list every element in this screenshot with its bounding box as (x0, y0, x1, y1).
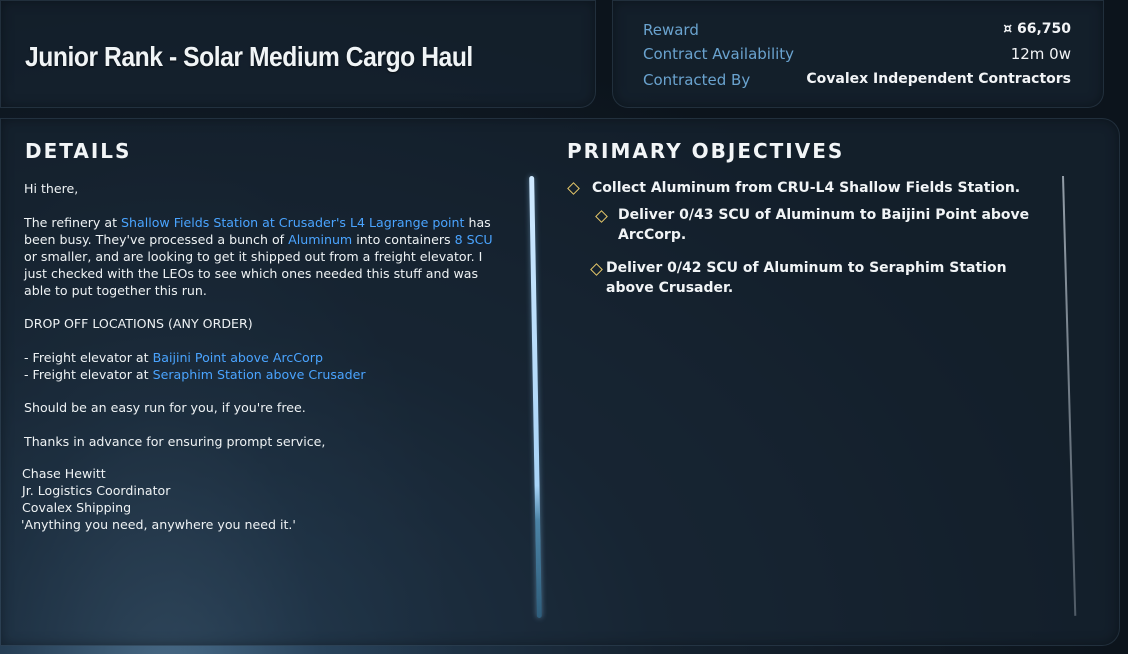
objective-item: Collect Aluminum from CRU-L4 Shallow Fie… (592, 180, 1021, 196)
details-paragraph: The refinery at Shallow Fields Station a… (24, 214, 494, 299)
reward-label: Reward (643, 21, 699, 39)
dropoff-list: - Freight elevator at Baijini Point abov… (24, 349, 494, 383)
dropoff-heading: DROP OFF LOCATIONS (ANY ORDER) (24, 316, 253, 331)
commodity-link-aluminum[interactable]: Aluminum (288, 232, 352, 247)
contracted-by-value: Covalex Independent Contractors (806, 71, 1071, 87)
dropoff-item-prefix: - Freight elevator at (24, 349, 153, 365)
availability-row: Contract Availability 12m 0w (643, 45, 1071, 67)
text-run: The refinery at (24, 214, 122, 230)
container-size-link[interactable]: 8 SCU (455, 232, 493, 247)
reward-row: Reward ¤ 66,750 (643, 21, 1071, 43)
availability-value: 12m 0w (1010, 45, 1071, 63)
text-run: or smaller, and are looking to get it sh… (24, 248, 483, 298)
sig-company: Covalex Shipping (22, 500, 132, 515)
details-heading: DETAILS (25, 139, 132, 163)
location-link-seraphim-station[interactable]: Seraphim Station above Crusader (153, 367, 366, 382)
sig-name: Chase Hewitt (22, 466, 106, 481)
objective-item: Deliver 0/43 SCU of Aluminum to Baijini … (618, 207, 1030, 243)
greeting: Hi there, (24, 181, 79, 196)
location-link-shallow-fields[interactable]: Shallow Fields Station at Crusader's L4 … (121, 215, 464, 230)
dropoff-item-prefix: - Freight elevator at (24, 366, 153, 382)
title-panel: Junior Rank - Solar Medium Cargo Haul (0, 0, 596, 108)
contract-info-panel: Reward ¤ 66,750 Contract Availability 12… (612, 0, 1104, 108)
contracted-by-row: Contracted By Covalex Independent Contra… (643, 71, 1071, 93)
reward-value: ¤ 66,750 (1003, 21, 1071, 37)
contracted-by-label: Contracted By (643, 71, 751, 89)
signature: Chase Hewitt Jr. Logistics Coordinator C… (21, 465, 494, 533)
availability-label: Contract Availability (643, 45, 795, 63)
location-link-baijini-point[interactable]: Baijini Point above ArcCorp (153, 350, 323, 365)
sig-title: Jr. Logistics Coordinator (22, 483, 171, 498)
sig-motto: 'Anything you need, anywhere you need it… (21, 517, 296, 532)
contract-title: Junior Rank - Solar Medium Cargo Haul (25, 41, 473, 72)
easy-run-line: Should be an easy run for you, if you're… (24, 400, 306, 415)
text-run: into containers (352, 231, 455, 247)
objective-item: Deliver 0/42 SCU of Aluminum to Seraphim… (606, 260, 1007, 296)
objectives-heading: PRIMARY OBJECTIVES (567, 139, 845, 163)
details-body[interactable]: Hi there, The refinery at Shallow Fields… (21, 180, 494, 533)
thanks-line: Thanks in advance for ensuring prompt se… (24, 433, 326, 449)
